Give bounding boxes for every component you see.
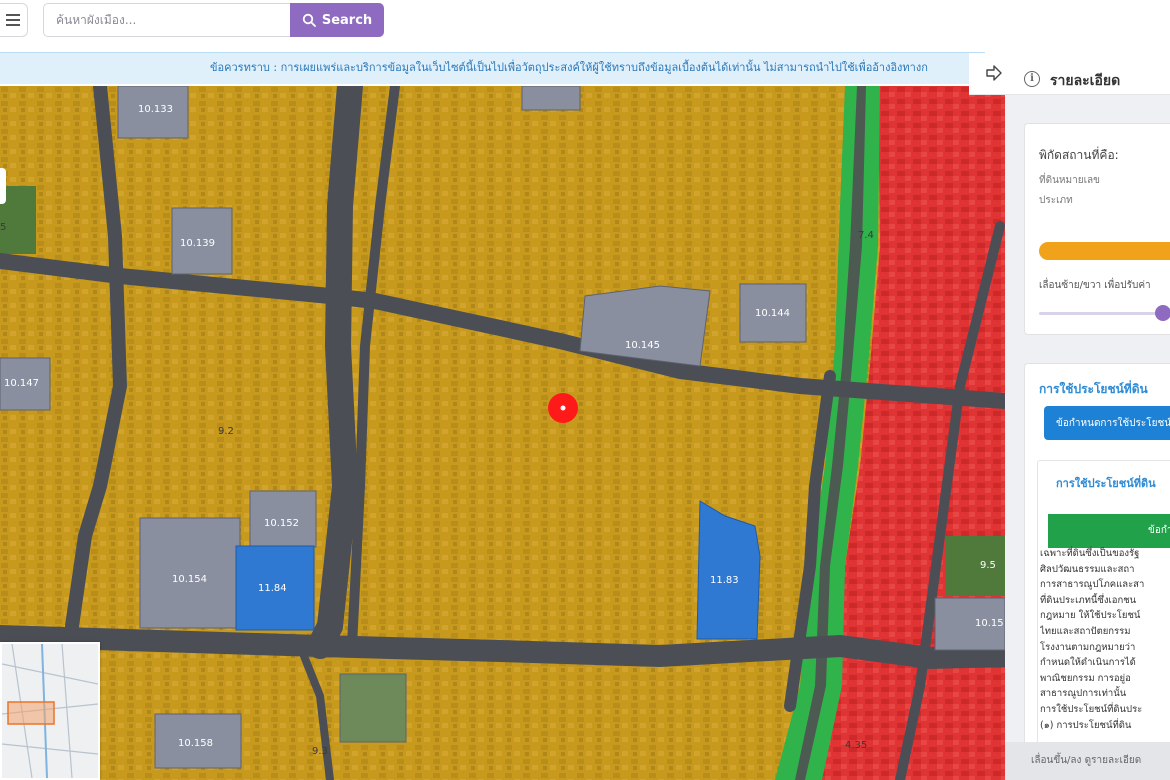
zone-label: 5 [0,222,6,233]
parcel-label: 10.158 [178,738,213,749]
land-use-line: สาธารณูปการเท่านั้น [1040,688,1127,700]
detail-panel-header: i รายละเอียด [969,53,1170,95]
menu-button[interactable] [0,3,28,37]
disclaimer-text: ข้อควรทราบ : การเผยแพร่และบริการข้อมูลใน… [210,61,928,74]
zone-label: 9.2 [218,426,234,437]
land-use-rules-button[interactable]: ข้อกำหนดการใช้ประโยชน์ [1044,406,1170,440]
parcel-label: 10.15 [975,618,1004,629]
slider-thumb[interactable] [1155,305,1170,321]
zone-type-label: ประเภท [1039,195,1073,206]
minimap-canvas [2,644,98,778]
land-use-line: การสาธารณูปโภคและสา [1040,579,1145,591]
panel-title: รายละเอียด [1050,73,1121,89]
parcel-label: 10.154 [172,574,207,585]
land-use-line: พาณิชยกรรม การอยู่อ [1040,672,1131,684]
land-use-line: เฉพาะที่ดินซึ่งเป็นของรัฐ [1040,548,1140,559]
minimap-viewport[interactable] [7,701,55,725]
slider-track[interactable] [1039,312,1170,315]
land-use-line: (๑) การประโยชน์ที่ดิน [1040,719,1132,731]
panel-scroll-hint: เลื่อนขึ้น/ลง ดูรายละเอียด [1005,742,1170,780]
overview-minimap[interactable] [0,642,100,780]
land-use-heading: การใช้ประโยชน์ที่ดิน [1039,382,1148,396]
left-panel-toggle[interactable] [0,168,6,204]
arrow-right-icon[interactable] [984,63,1004,83]
opacity-slider[interactable] [1039,304,1170,326]
info-icon: i [1024,71,1040,87]
land-use-body: เฉพาะที่ดินซึ่งเป็นของรัฐ ศิลปวัฒนธรรมแล… [1040,546,1170,746]
zone-label: 9.3 [312,746,328,757]
zone-label: 4.35 [845,740,867,751]
parcel-label: 10.147 [4,378,39,389]
land-use-sub-title[interactable]: การใช้ประโยชน์ที่ดิน [1056,474,1156,492]
location-card: พิกัดสถานที่คือ: ที่ดินหมายเลข ประเภท เล… [1024,123,1170,335]
scroll-hint-text: เลื่อนขึ้น/ลง ดูรายละเอียด [1031,755,1142,766]
parcel-label: 10.145 [625,340,660,351]
parcel-10-154[interactable] [139,517,241,629]
search-input[interactable] [43,3,293,37]
parcel-label: 10.144 [755,308,790,319]
hamburger-icon [6,14,20,26]
parcel-label: 11.83 [710,575,739,586]
top-toolbar: Search [0,0,1170,50]
land-use-line: ที่ดินประเภทนี้ซึ่งเอกชน [1040,594,1137,606]
parcel-label: 10.152 [264,518,299,529]
zone-color-bar [1039,242,1170,260]
search-icon [302,13,316,27]
parcel-label: 10.133 [138,104,173,115]
land-use-line: ไทยและสถาปัตยกรรม [1040,625,1131,637]
parcel-label: 10.139 [180,238,215,249]
zoning-map[interactable]: 10.133 10.139 10.145 10.144 10.147 10.15… [0,86,1005,780]
map-canvas[interactable]: 10.133 10.139 10.145 10.144 10.147 10.15… [0,86,1005,780]
location-title: พิกัดสถานที่คือ: [1039,148,1119,162]
parcel-number-label: ที่ดินหมายเลข [1039,175,1100,186]
disclaimer-banner: ข้อควรทราบ : การเผยแพร่และบริการข้อมูลใน… [0,52,985,84]
land-use-line: กำหนดให้ดำเนินการได้ [1040,657,1136,669]
search-button-label: Search [321,12,373,28]
land-use-line: โรงงานตามกฎหมายว่า [1040,641,1136,653]
location-marker[interactable] [548,393,578,423]
land-use-line: กฎหมาย ให้ใช้ประโยชน์ [1040,610,1141,622]
search-button[interactable]: Search [290,3,384,37]
land-use-line: การใช้ประโยชน์ที่ดินประ [1040,703,1143,715]
opacity-slider-hint: เลื่อนซ้าย/ขวา เพื่อปรับค่า [1039,280,1151,291]
parcel-label: 11.84 [258,583,287,594]
land-use-line: ศิลปวัฒนธรรมและสถา [1040,563,1135,575]
land-use-rule-header: ข้อกำ [1048,514,1170,548]
parcel-label: 9.5 [980,560,996,571]
zone-label: 7.4 [858,230,874,241]
